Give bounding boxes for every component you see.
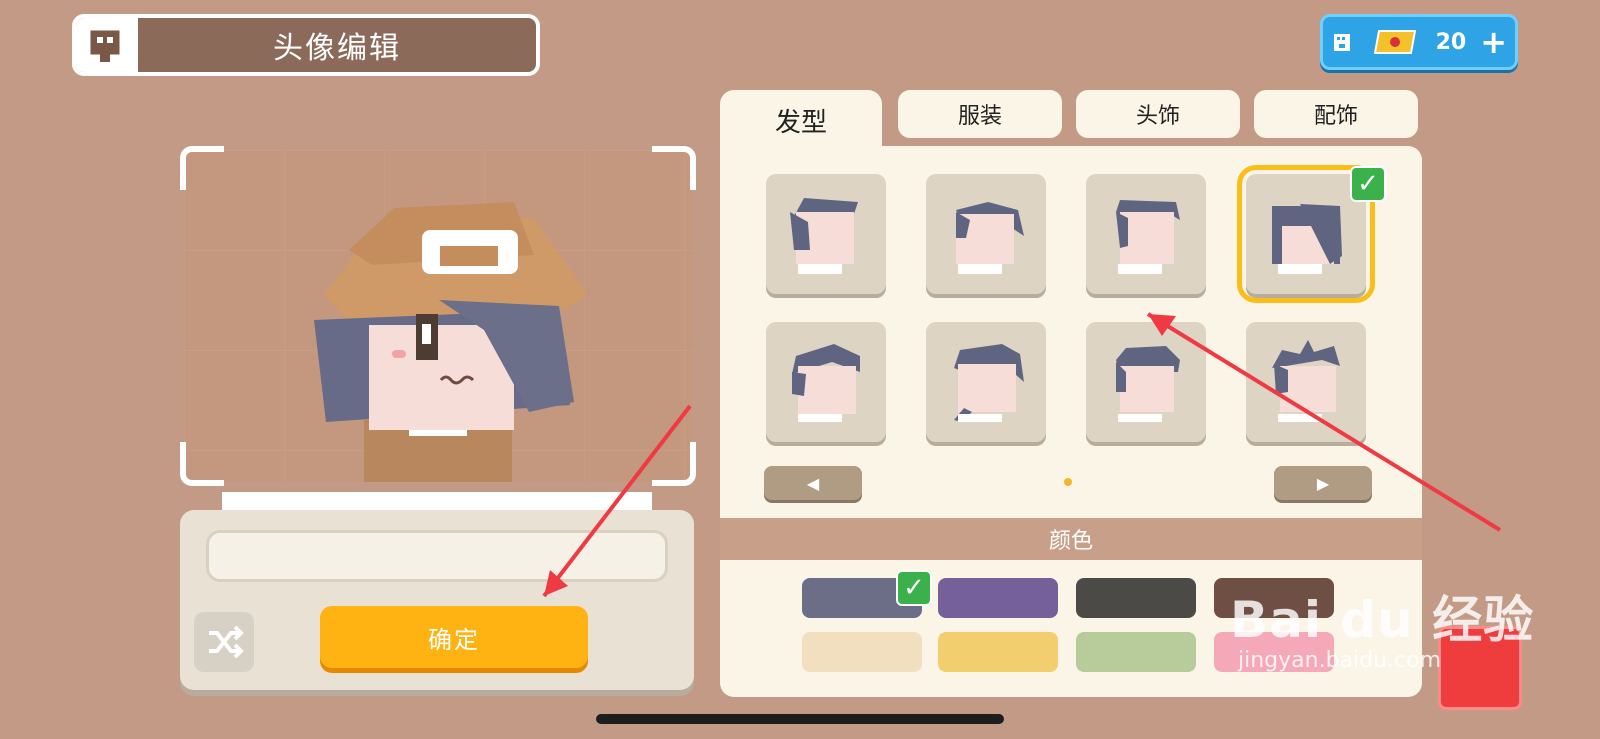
hairstyle-thumbnail-icon bbox=[792, 344, 860, 422]
confirm-button[interactable]: 确定 bbox=[320, 606, 588, 668]
header-title-bar: 头像编辑 bbox=[72, 14, 540, 76]
avatar-preview bbox=[180, 146, 696, 486]
color-swatch-2[interactable] bbox=[938, 578, 1058, 618]
selected-check-icon: ✓ bbox=[1350, 166, 1386, 202]
tab-clothing[interactable]: 服装 bbox=[898, 90, 1062, 138]
shuffle-button[interactable] bbox=[194, 612, 254, 672]
ticket-icon bbox=[1334, 34, 1350, 51]
shuffle-icon bbox=[209, 625, 244, 659]
selected-color-check-icon: ✓ bbox=[896, 570, 932, 606]
next-page-button[interactable]: ▶ bbox=[1274, 466, 1372, 500]
home-indicator[interactable] bbox=[596, 714, 1004, 724]
tab-headwear[interactable]: 头饰 bbox=[1076, 90, 1240, 138]
color-swatch-3[interactable] bbox=[1076, 578, 1196, 618]
hair-style-3[interactable] bbox=[1086, 174, 1206, 294]
color-swatch-6[interactable] bbox=[938, 632, 1058, 672]
prev-page-button[interactable]: ◀ bbox=[764, 466, 862, 500]
tab-hairstyle[interactable]: 发型 bbox=[720, 90, 882, 150]
card-slot bbox=[206, 530, 668, 582]
tab-label: 头饰 bbox=[1135, 104, 1180, 129]
tab-accessories[interactable]: 配饰 bbox=[1254, 90, 1418, 138]
hairstyle-thumbnail-icon bbox=[1272, 340, 1340, 422]
hair-style-4[interactable] bbox=[1237, 165, 1375, 303]
avatar-character bbox=[314, 202, 588, 482]
hair-style-2[interactable] bbox=[926, 174, 1046, 294]
hairstyle-thumbnail-icon bbox=[790, 198, 858, 274]
hair-style-6[interactable] bbox=[926, 322, 1046, 442]
hairstyle-thumbnail-icon bbox=[956, 202, 1024, 274]
hair-style-8[interactable] bbox=[1246, 322, 1366, 442]
hairstyle-thumbnail-icon bbox=[954, 344, 1024, 422]
hair-style-5[interactable] bbox=[766, 322, 886, 442]
hair-style-7[interactable] bbox=[1086, 322, 1206, 442]
currency-count: 20 bbox=[1435, 29, 1467, 55]
tab-label: 发型 bbox=[774, 107, 827, 138]
color-swatch-7[interactable] bbox=[1076, 632, 1196, 672]
hairstyle-thumbnail-icon bbox=[1116, 200, 1180, 274]
color-swatch-5[interactable] bbox=[802, 632, 922, 672]
hairstyle-thumbnail-icon bbox=[1272, 204, 1342, 274]
page-title: 头像编辑 bbox=[273, 31, 401, 66]
coupon-icon bbox=[1373, 30, 1417, 54]
hair-style-1[interactable] bbox=[766, 174, 886, 294]
watermark-logo: Bai du 经验 bbox=[1230, 591, 1535, 649]
add-currency-button[interactable]: + bbox=[1480, 26, 1507, 58]
page-indicator bbox=[1064, 478, 1072, 486]
tab-label: 服装 bbox=[957, 104, 1002, 129]
hairstyle-thumbnail-icon bbox=[1116, 346, 1180, 422]
tab-label: 配饰 bbox=[1313, 104, 1358, 129]
currency-display[interactable]: 20 + bbox=[1320, 14, 1518, 70]
avatar-frame-icon bbox=[76, 18, 138, 72]
color-section-header: 颜色 bbox=[720, 518, 1422, 560]
watermark-url: jingyan.baidu.com bbox=[1238, 648, 1442, 673]
